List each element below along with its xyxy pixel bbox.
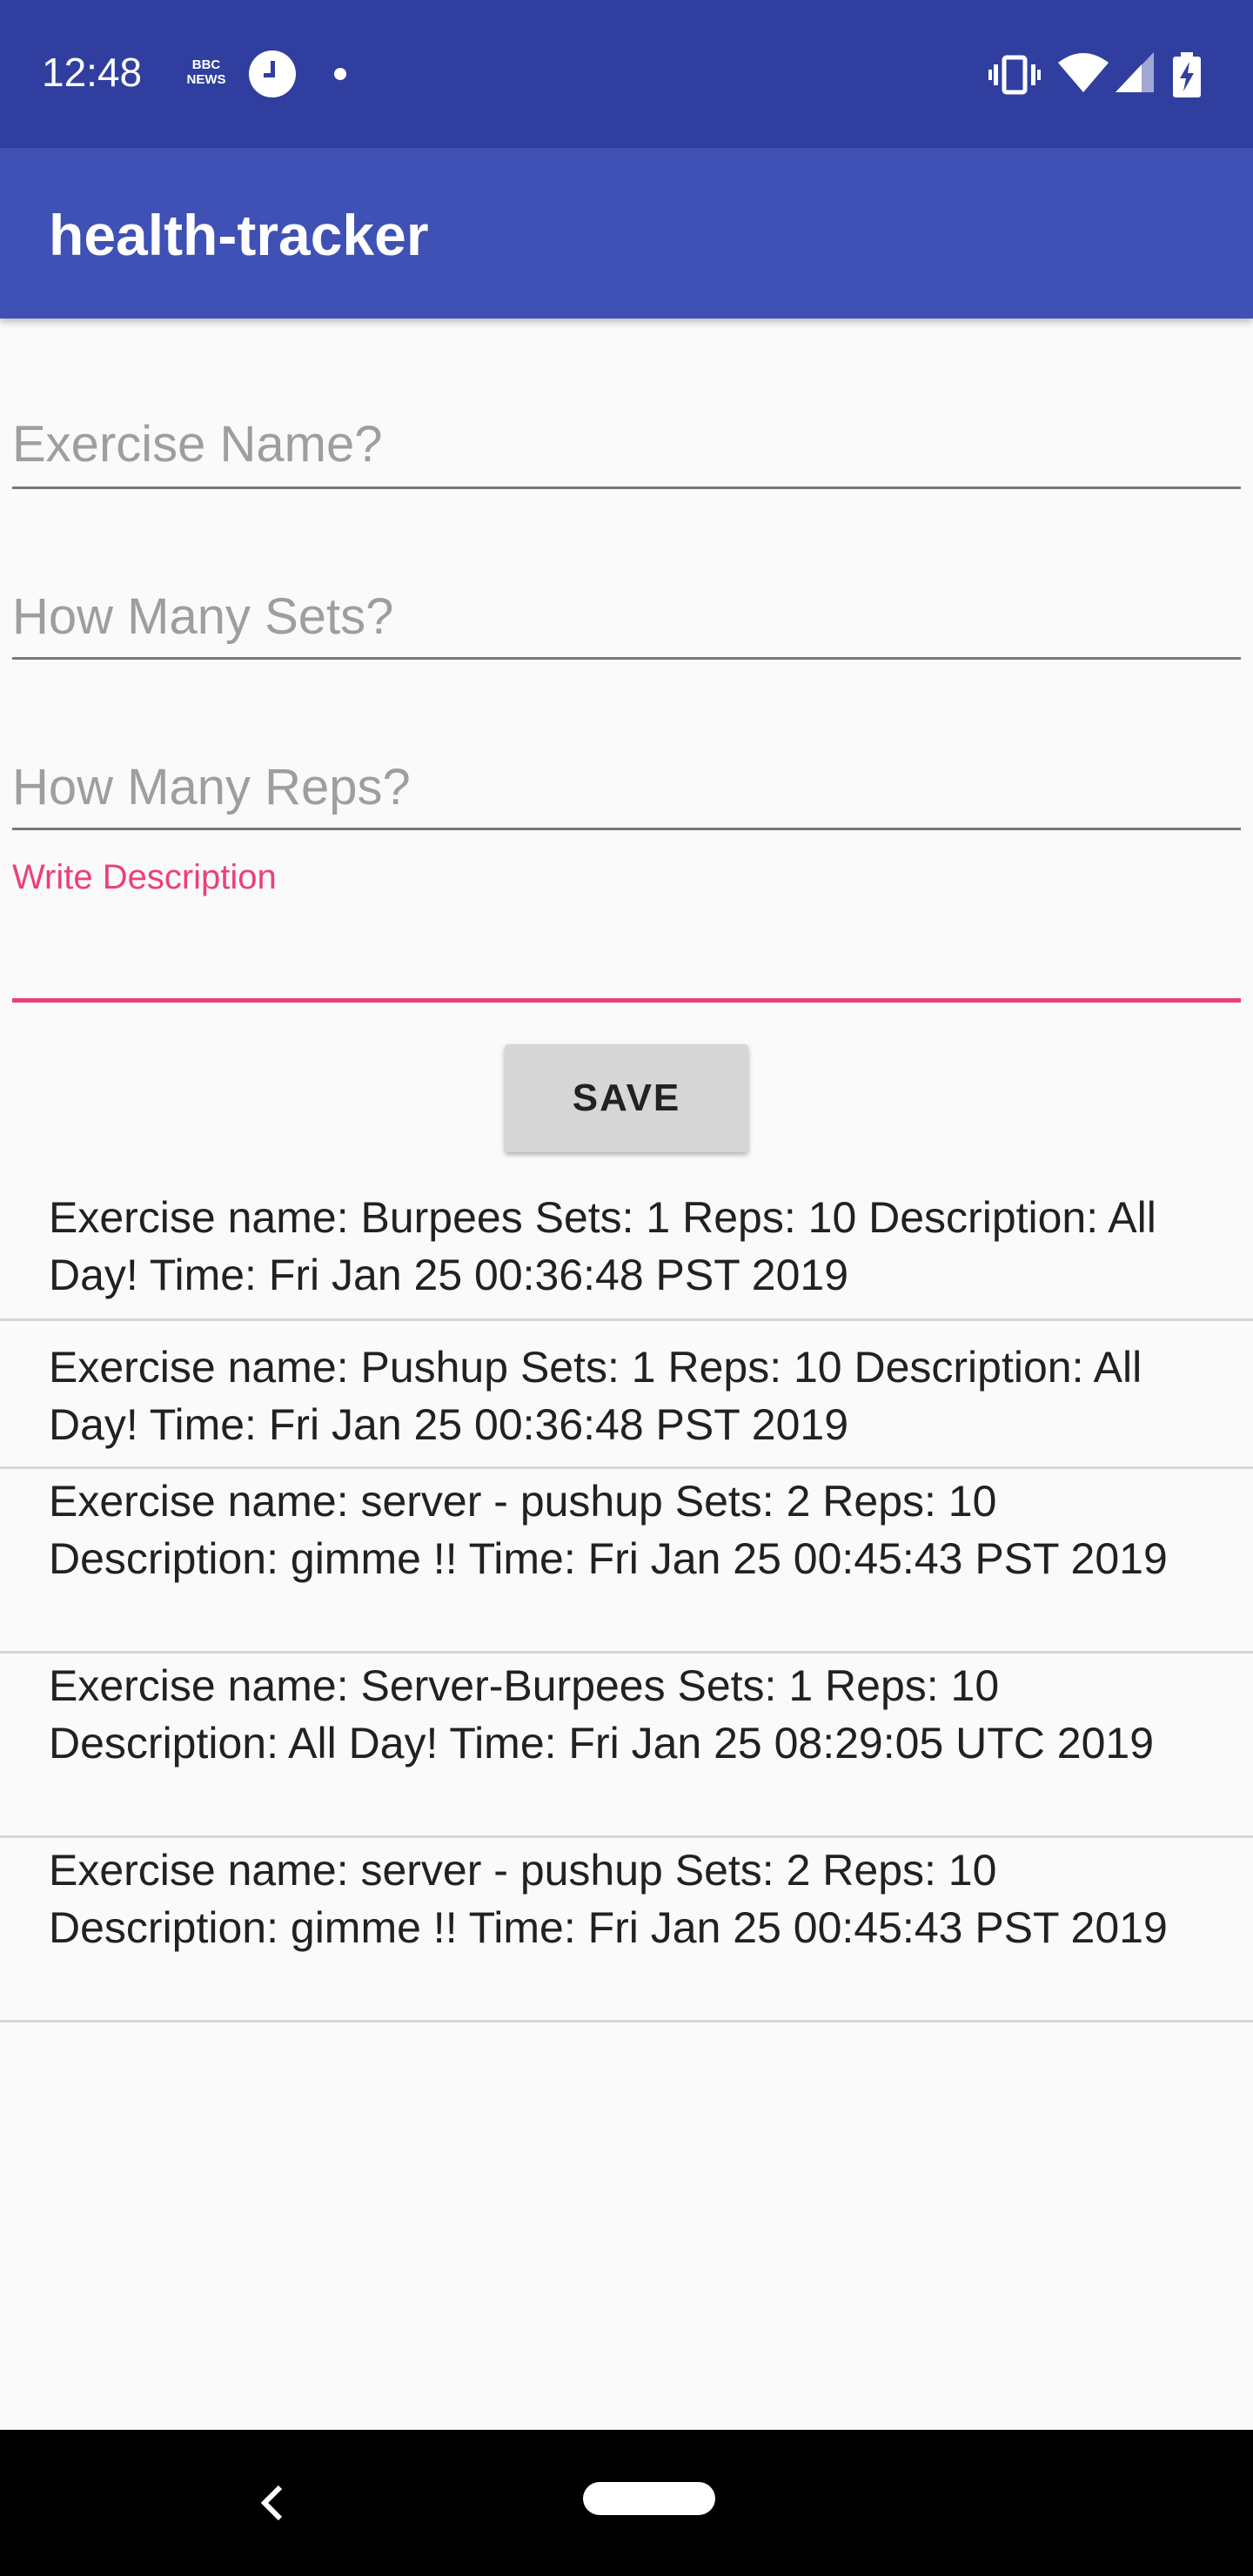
list-item[interactable]: Exercise name: Pushup Sets: 1 Reps: 10 D… [0, 1321, 1253, 1469]
reps-input[interactable] [12, 747, 1241, 828]
exercise-name-field-container [12, 402, 1241, 489]
bbc-news-label-top: BBC [191, 57, 221, 72]
list-item[interactable]: Exercise name: server - pushup Sets: 2 R… [0, 1838, 1253, 2023]
app-title: health-tracker [49, 203, 429, 267]
system-icons [988, 52, 1215, 97]
description-label: Write Description [12, 858, 277, 896]
status-time: 12:48 [42, 50, 143, 95]
list-item[interactable]: Exercise name: server - pushup Sets: 2 R… [0, 1469, 1253, 1654]
home-icon[interactable] [583, 2482, 715, 2515]
vibrate-icon [988, 55, 1041, 95]
battery-charging-icon [1173, 52, 1201, 97]
navigation-bar [0, 2430, 1253, 2576]
list-item[interactable]: Exercise name: Burpees Sets: 1 Reps: 10 … [0, 1175, 1253, 1321]
description-input[interactable] [12, 919, 1241, 998]
wifi-icon [1058, 53, 1109, 92]
clock-icon [249, 50, 296, 97]
reps-field-container [12, 747, 1241, 830]
list-item[interactable]: Exercise name: Server-Burpees Sets: 1 Re… [0, 1654, 1253, 1838]
sets-input[interactable] [12, 576, 1241, 657]
signal-icon [1116, 52, 1154, 92]
app-bar: health-tracker [0, 148, 1253, 319]
exercise-name-input[interactable] [12, 402, 1241, 486]
bbc-news-label-bottom: NEWS [186, 72, 226, 87]
back-icon[interactable] [252, 2482, 292, 2524]
exercise-text: Exercise name: server - pushup Sets: 2 R… [49, 1477, 1168, 1583]
description-field-container [12, 919, 1241, 1003]
sets-field-container [12, 576, 1241, 660]
exercise-text: Exercise name: Burpees Sets: 1 Reps: 10 … [49, 1193, 1156, 1299]
exercise-text: Exercise name: server - pushup Sets: 2 R… [49, 1846, 1168, 1952]
dot-icon [334, 68, 346, 80]
exercise-text: Exercise name: Server-Burpees Sets: 1 Re… [49, 1661, 1155, 1768]
bbc-news-icon: BBC NEWS [184, 57, 228, 89]
exercise-text: Exercise name: Pushup Sets: 1 Reps: 10 D… [49, 1343, 1142, 1449]
status-bar: 12:48 BBC NEWS [0, 0, 1253, 148]
save-button[interactable]: SAVE [505, 1044, 748, 1152]
